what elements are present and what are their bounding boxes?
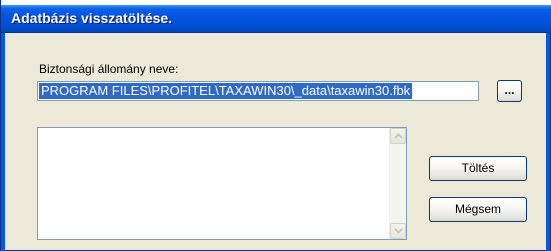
browse-button[interactable]: ... [497, 80, 522, 102]
listbox-scrollbar[interactable] [389, 128, 406, 239]
scroll-down-button[interactable] [390, 223, 406, 239]
backup-file-path-value: PROGRAM FILES\PROFITEL\TAXAWIN30\_data\t… [39, 83, 413, 99]
title-bar[interactable]: Adatbázis visszatöltése. [1, 5, 551, 33]
log-listbox[interactable] [37, 127, 407, 240]
cancel-button[interactable]: Mégsem [429, 197, 527, 222]
restore-database-dialog: Adatbázis visszatöltése. Biztonsági állo… [0, 0, 551, 251]
window-right-border [546, 33, 550, 251]
load-button[interactable]: Töltés [429, 156, 527, 181]
arrow-up-icon [394, 133, 403, 139]
window-left-border [1, 33, 5, 251]
file-name-label: Biztonsági állomány neve: [39, 62, 179, 76]
scroll-up-button[interactable] [390, 128, 406, 144]
window-title: Adatbázis visszatöltése. [11, 10, 173, 26]
arrow-down-icon [394, 228, 403, 234]
backup-file-path-field[interactable]: PROGRAM FILES\PROFITEL\TAXAWIN30\_data\t… [37, 81, 479, 101]
